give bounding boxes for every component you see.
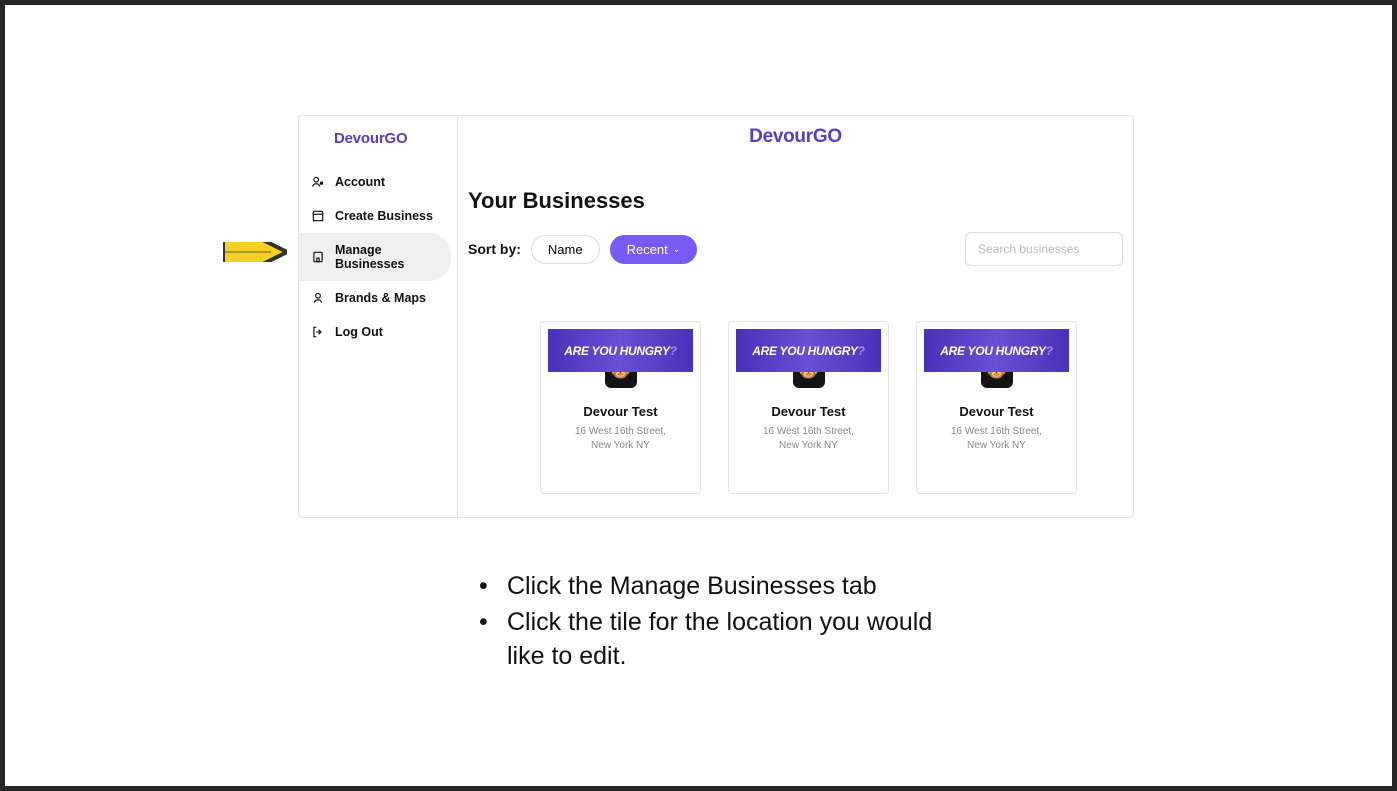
business-cards-row: ARE YOU HUNGRY? 🐵 Devour Test 16 West 16…: [468, 321, 1123, 494]
instruction-item: Click the Manage Businesses tab: [467, 570, 967, 604]
sidebar-item-manage-businesses[interactable]: Manage Businesses: [299, 233, 451, 281]
sidebar-item-label: Log Out: [335, 325, 383, 339]
sort-option-name[interactable]: Name: [531, 235, 600, 264]
business-name: Devour Test: [959, 404, 1033, 419]
page-title: Your Businesses: [468, 188, 1123, 214]
sort-option-label: Name: [548, 242, 583, 257]
banner-text: ARE YOU HUNGRY: [752, 344, 857, 358]
banner-accent: ?: [670, 344, 677, 358]
card-banner: ARE YOU HUNGRY?: [736, 329, 881, 372]
sidebar-logo: DevourGO: [299, 126, 457, 165]
sort-by-label: Sort by:: [468, 241, 521, 257]
logo-text-a: Devour: [749, 126, 813, 147]
sidebar-item-label: Create Business: [335, 209, 433, 223]
business-address: 16 West 16th Street, New York NY: [763, 425, 854, 452]
business-address: 16 West 16th Street, New York NY: [575, 425, 666, 452]
logo-text-b: GO: [384, 130, 407, 147]
banner-accent: ?: [1046, 344, 1053, 358]
sidebar-item-label: Account: [335, 175, 385, 189]
card-banner: ARE YOU HUNGRY?: [548, 329, 693, 372]
sidebar-item-create-business[interactable]: Create Business: [299, 199, 457, 233]
business-card[interactable]: ARE YOU HUNGRY? 🐵 Devour Test 16 West 16…: [540, 321, 701, 494]
sidebar-item-label: Brands & Maps: [335, 291, 426, 305]
chevron-down-icon: ⌄: [673, 244, 681, 255]
sidebar-item-brands-maps[interactable]: Brands & Maps: [299, 281, 457, 315]
sidebar: DevourGO Account Create Business Manage …: [299, 116, 458, 517]
banner-text: ARE YOU HUNGRY: [940, 344, 1045, 358]
business-card[interactable]: ARE YOU HUNGRY? 🐵 Devour Test 16 West 16…: [916, 321, 1077, 494]
sidebar-item-logout[interactable]: Log Out: [299, 315, 457, 349]
banner-accent: ?: [858, 344, 865, 358]
business-address: 16 West 16th Street, New York NY: [951, 425, 1042, 452]
card-banner: ARE YOU HUNGRY?: [924, 329, 1069, 372]
sidebar-item-account[interactable]: Account: [299, 165, 457, 199]
sort-option-recent[interactable]: Recent ⌄: [610, 235, 698, 264]
logout-icon: [311, 325, 325, 339]
business-card[interactable]: ARE YOU HUNGRY? 🐵 Devour Test 16 West 16…: [728, 321, 889, 494]
business-name: Devour Test: [583, 404, 657, 419]
store-icon: [311, 209, 325, 223]
main-content: DevourGO Your Businesses Sort by: Name R…: [458, 116, 1133, 517]
banner-text: ARE YOU HUNGRY: [564, 344, 669, 358]
logo-text-b: GO: [813, 126, 842, 147]
main-logo: DevourGO: [468, 126, 1123, 148]
logo-text-a: Devour: [334, 130, 384, 147]
brands-icon: [311, 291, 325, 305]
sort-group: Sort by: Name Recent ⌄: [468, 235, 697, 264]
account-icon: [311, 175, 325, 189]
sort-option-label: Recent: [627, 242, 668, 257]
instruction-item: Click the tile for the location you woul…: [467, 606, 967, 674]
app-window: DevourGO Account Create Business Manage …: [298, 115, 1134, 518]
annotation-arrow-sidebar: [223, 242, 287, 262]
search-input[interactable]: [965, 232, 1123, 266]
sidebar-item-label: Manage Businesses: [335, 243, 439, 271]
business-icon: [311, 250, 325, 264]
controls-row: Sort by: Name Recent ⌄: [468, 232, 1123, 266]
business-name: Devour Test: [771, 404, 845, 419]
instructions-block: Click the Manage Businesses tab Click th…: [467, 570, 967, 675]
